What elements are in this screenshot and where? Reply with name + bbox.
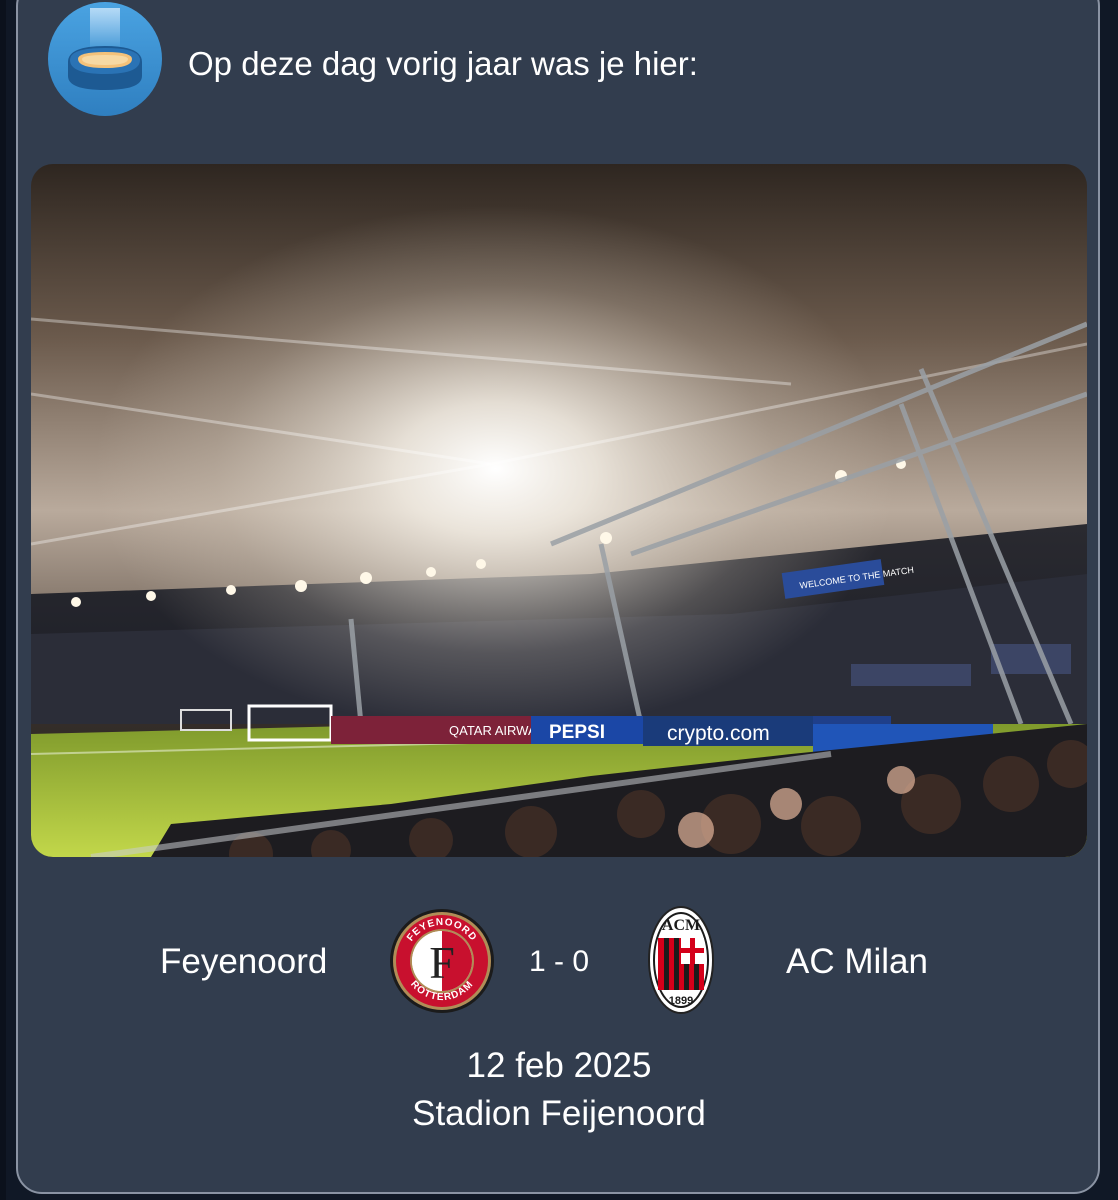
stadium-photo[interactable]: WELCOME TO THE MATCH QATAR AIRWAYS PEPSI…: [31, 164, 1087, 857]
feyenoord-crest-letter: F: [429, 937, 455, 988]
match-score: 1 - 0: [528, 945, 590, 978]
away-team-name: AC Milan: [786, 942, 928, 981]
milan-crest-text-bottom: 1899: [669, 995, 693, 1007]
ad-board-crypto: crypto.com: [667, 722, 770, 745]
stadium-icon: [48, 2, 162, 116]
home-team-name: Feyenoord: [160, 942, 328, 981]
match-venue: Stadion Feijenoord: [412, 1094, 706, 1133]
ad-board-pepsi: PEPSI: [549, 722, 605, 743]
milan-crest-text-top: ACM: [662, 917, 700, 934]
stadium-photo-image: WELCOME TO THE MATCH QATAR AIRWAYS PEPSI…: [31, 164, 1087, 857]
feyenoord-crest-icon: F FEYENOORD ROTTERDAM: [390, 909, 494, 1013]
window-edge: [0, 0, 6, 1200]
card-title: Op deze dag vorig jaar was je hier:: [188, 45, 698, 82]
ac-milan-crest-icon: ACM 1899: [648, 906, 714, 1014]
match-date: 12 feb 2025: [466, 1046, 652, 1085]
